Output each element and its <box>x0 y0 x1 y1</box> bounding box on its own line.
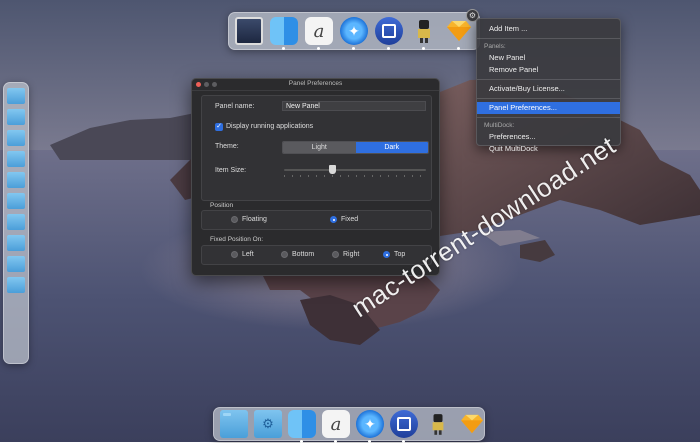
right-label: Right <box>343 251 360 258</box>
fixed-position-group: Left Bottom Right Top <box>201 245 432 265</box>
script-editor-icon[interactable]: 𝑎 <box>305 17 333 50</box>
menu-header-multidock: MultiDock: <box>484 122 515 129</box>
bottom-radio[interactable] <box>281 251 288 258</box>
display-running-checkbox[interactable]: ✓ <box>215 123 223 131</box>
running-indicator <box>317 47 320 50</box>
menu-item-add-item[interactable]: Add Item ... <box>477 23 620 35</box>
menu-item-panel-preferences[interactable]: Panel Preferences... <box>477 102 620 114</box>
diamond-icon <box>461 414 483 434</box>
dock-context-menu: Add Item ... Panels: New Panel Remove Pa… <box>476 18 621 153</box>
folder-icon[interactable] <box>7 88 25 104</box>
sketch-icon[interactable] <box>458 410 486 438</box>
folder-icon[interactable] <box>7 172 25 188</box>
theme-dark-option[interactable]: Dark <box>355 142 428 153</box>
window-title: Panel Preferences <box>288 80 343 87</box>
robot-app-icon[interactable] <box>410 17 438 50</box>
menu-separator <box>477 38 620 39</box>
folder-icon[interactable] <box>220 410 248 438</box>
fixed-position-section-title: Fixed Position On: <box>210 236 264 243</box>
folder-icon[interactable] <box>7 235 25 251</box>
theme-label: Theme: <box>215 143 239 150</box>
safari-icon[interactable]: ✦ <box>356 410 384 443</box>
menu-item-activate[interactable]: Activate/Buy License... <box>477 83 620 95</box>
top-radio[interactable] <box>383 251 390 258</box>
left-label: Left <box>242 251 254 258</box>
folder-icon[interactable] <box>7 109 25 125</box>
running-indicator <box>387 47 390 50</box>
panel-preferences-window: Panel Preferences Panel name: New Panel … <box>191 78 440 276</box>
fixed-label: Fixed <box>341 216 359 223</box>
menu-item-remove-panel[interactable]: Remove Panel <box>477 64 620 76</box>
menu-item-new-panel[interactable]: New Panel <box>477 52 620 64</box>
display-running-label: Display running applications <box>226 123 314 130</box>
bottom-label: Bottom <box>292 251 315 258</box>
theme-light-option[interactable]: Light <box>283 142 356 153</box>
running-indicator <box>422 47 425 50</box>
script-editor-icon[interactable]: 𝑎 <box>322 410 350 443</box>
panel-name-label: Panel name: <box>215 103 255 110</box>
safari-icon[interactable]: ✦ <box>340 17 368 50</box>
top-dock: 𝑎 ✦ <box>228 12 480 50</box>
folder-icon[interactable] <box>7 151 25 167</box>
robot-icon <box>432 414 444 435</box>
position-section-title: Position <box>210 202 234 209</box>
folder-icon[interactable] <box>7 130 25 146</box>
panel-name-field[interactable]: New Panel <box>282 101 426 111</box>
menu-separator <box>477 79 620 80</box>
robot-app-icon[interactable] <box>424 410 452 438</box>
menu-header-panels: Panels: <box>484 43 506 50</box>
window-app-icon[interactable] <box>390 410 418 443</box>
left-dock <box>3 82 29 364</box>
monitor-app-icon[interactable] <box>235 17 263 45</box>
diamond-icon <box>447 21 471 41</box>
slider-ticks <box>284 175 426 177</box>
fixed-radio[interactable] <box>330 216 337 223</box>
floating-radio[interactable] <box>231 216 238 223</box>
floating-label: Floating <box>242 216 267 223</box>
folder-icon[interactable] <box>7 193 25 209</box>
running-indicator <box>457 47 460 50</box>
item-size-slider[interactable] <box>284 165 426 174</box>
menu-separator <box>477 98 620 99</box>
finder-icon[interactable] <box>288 410 316 443</box>
top-label: Top <box>394 251 406 258</box>
bottom-dock: ⚙ 𝑎 ✦ <box>213 407 486 443</box>
folder-icon[interactable] <box>7 256 25 272</box>
robot-icon <box>418 20 430 43</box>
folder-icon[interactable] <box>7 277 25 293</box>
window-app-icon[interactable] <box>375 17 403 50</box>
finder-icon[interactable] <box>270 17 298 50</box>
running-indicator <box>282 47 285 50</box>
window-titlebar: Panel Preferences <box>192 79 439 91</box>
position-group: Floating Fixed <box>201 210 432 230</box>
right-radio[interactable] <box>332 251 339 258</box>
left-radio[interactable] <box>231 251 238 258</box>
folder-settings-icon[interactable]: ⚙ <box>254 410 282 438</box>
folder-icon[interactable] <box>7 214 25 230</box>
item-size-label: Item Size: <box>215 167 247 174</box>
panel-settings-group: Panel name: New Panel ✓ Display running … <box>201 95 432 201</box>
menu-separator <box>477 117 620 118</box>
running-indicator <box>352 47 355 50</box>
theme-segmented-control: Light Dark <box>282 141 429 154</box>
slider-knob[interactable] <box>329 165 336 174</box>
